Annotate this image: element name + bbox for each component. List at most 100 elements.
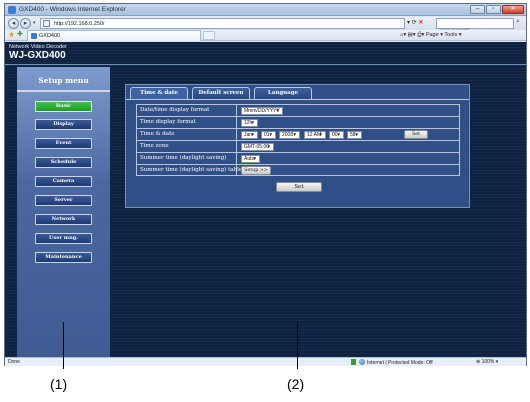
page-content: Network Video Decoder WJ-GXD400 Setup me… — [5, 42, 526, 357]
address-tools: ▾ ⟳ ✕ — [407, 19, 423, 26]
sidebar-divider — [17, 90, 110, 92]
sidebar-item-schedule[interactable]: Schedule — [35, 157, 92, 168]
url-field[interactable]: http://192.168.0.250/ — [40, 18, 405, 29]
year-value: 2008 — [282, 132, 294, 138]
title-bar: GXD400 - Windows Internet Explorer – ▫ ✕ — [5, 4, 526, 16]
product-model: WJ-GXD400 — [9, 50, 66, 61]
chevron-down-icon: ▼ — [275, 108, 280, 113]
sidebar-item-network[interactable]: Network — [35, 214, 92, 225]
print-icon[interactable]: ⎙▾ — [417, 32, 424, 38]
time-zone-select[interactable]: GMT-05:00 ▼ — [241, 143, 274, 151]
tab-label: GXD400 — [39, 33, 61, 39]
chevron-down-icon: ▼ — [266, 144, 271, 149]
callout-label-right: (2) — [287, 376, 305, 392]
setup-sidebar: Setup menu Basic Display Event Schedule … — [17, 67, 110, 357]
history-dropdown-icon[interactable]: ▾ — [33, 20, 36, 26]
sidebar-item-camera[interactable]: Camera — [35, 176, 92, 187]
tab-underline — [126, 99, 469, 100]
callout-label-left: (1) — [50, 376, 68, 392]
chevron-down-icon: ▼ — [252, 156, 257, 161]
minimize-button[interactable]: – — [470, 5, 485, 14]
settings-table: Date/time display format Mmm/DD/YYYY ▼ Ti… — [136, 104, 460, 176]
chevron-down-icon: ▼ — [250, 120, 255, 125]
feeds-icon[interactable]: ▤▾ — [408, 32, 416, 38]
browser-window: GXD400 - Windows Internet Explorer – ▫ ✕… — [4, 3, 527, 366]
summer-table-control: Setup >> — [238, 165, 459, 176]
year-select[interactable]: 2008 ▼ — [279, 131, 300, 139]
address-dropdown-icon[interactable]: ▾ — [407, 20, 410, 26]
maximize-button[interactable]: ▫ — [486, 5, 501, 14]
summer-time-label: Summer time (daylight saving) — [137, 153, 237, 164]
date-format-select[interactable]: Mmm/DD/YYYY ▼ — [241, 107, 283, 115]
stop-icon[interactable]: ✕ — [418, 20, 423, 26]
header-divider — [5, 64, 526, 65]
time-zone-control: GMT-05:00 ▼ — [238, 141, 459, 152]
time-format-label: Time display format — [137, 117, 237, 128]
row-date-format: Date/time display format Mmm/DD/YYYY ▼ — [137, 105, 459, 117]
add-favorites-icon[interactable]: ✚ — [17, 30, 23, 40]
ie-icon — [8, 6, 16, 14]
chevron-down-icon: ▼ — [318, 132, 323, 137]
hour-select[interactable]: 12 AM ▼ — [304, 131, 326, 139]
row-summer-time: Summer time (daylight saving) Auto ▼ — [137, 153, 459, 165]
sidebar-item-maintenance[interactable]: Maintenance — [35, 252, 92, 263]
sidebar-item-display[interactable]: Display — [35, 119, 92, 130]
chevron-down-icon: ▼ — [250, 132, 255, 137]
settings-tabs: Time & date Default screen Language — [126, 85, 469, 99]
command-menus[interactable]: Page ▾ Tools ▾ — [426, 32, 462, 38]
second-select[interactable]: 58 ▼ — [347, 131, 362, 139]
month-select[interactable]: Jan ▼ — [241, 131, 258, 139]
zoom-control[interactable]: ⊕ 100% ▾ — [476, 359, 498, 366]
minute-select[interactable]: 00 ▼ — [329, 131, 344, 139]
search-field[interactable] — [436, 18, 514, 36]
callout-line-left — [63, 322, 64, 369]
globe-icon — [359, 359, 365, 365]
tab-language[interactable]: Language — [254, 87, 312, 99]
close-button[interactable]: ✕ — [502, 5, 524, 14]
chevron-down-icon: ▼ — [336, 132, 341, 137]
forward-button[interactable]: ▸ — [20, 18, 31, 29]
tab-bar: ★ ✚ GXD400 ⌂▾ ▤▾ ⎙▾ Page ▾ Tools ▾ — [5, 30, 526, 41]
figure: { "browser": { "window_title": "GXD400 -… — [0, 0, 530, 402]
time-format-select[interactable]: 12h ▼ — [241, 119, 258, 127]
sidebar-item-user-mng[interactable]: User mng. — [35, 233, 92, 244]
refresh-icon[interactable]: ⟳ — [412, 20, 417, 26]
home-icon[interactable]: ⌂▾ — [400, 32, 406, 38]
favorites-star-icon[interactable]: ★ — [8, 30, 15, 40]
time-zone-label: Time zone — [137, 141, 237, 152]
summer-time-control: Auto ▼ — [238, 153, 459, 164]
summer-table-label: Summer time (daylight saving) table — [137, 165, 242, 176]
back-button[interactable]: ◂ — [8, 18, 19, 29]
tab-time-date[interactable]: Time & date — [130, 87, 188, 99]
window-controls: – ▫ ✕ — [470, 5, 524, 14]
time-date-label: Time & date — [137, 129, 237, 140]
status-text: Done — [8, 359, 20, 365]
chevron-down-icon: ▼ — [292, 132, 297, 137]
page-icon — [43, 20, 50, 27]
command-bar: ⌂▾ ▤▾ ⎙▾ Page ▾ Tools ▾ — [400, 31, 462, 40]
row-time-format: Time display format 12h ▼ — [137, 117, 459, 129]
zoom-icon: ⊕ — [476, 359, 481, 365]
row-time-zone: Time zone GMT-05:00 ▼ — [137, 141, 459, 153]
security-zone[interactable]: Internet | Protected Mode: Off — [351, 359, 433, 367]
tab-page-icon — [31, 33, 37, 39]
day-select[interactable]: 01 ▼ — [261, 131, 276, 139]
search-icon[interactable]: ⌕ — [516, 18, 520, 26]
sidebar-item-event[interactable]: Event — [35, 138, 92, 149]
date-format-control: Mmm/DD/YYYY ▼ — [238, 105, 459, 116]
new-tab-button[interactable] — [203, 31, 215, 40]
setup-button[interactable]: Setup >> — [241, 166, 271, 175]
summer-time-select[interactable]: Auto ▼ — [241, 155, 260, 163]
date-format-value: Mmm/DD/YYYY — [244, 108, 280, 114]
row-summer-table: Summer time (daylight saving) table Setu… — [137, 165, 459, 177]
security-icon — [351, 359, 356, 365]
tab-default-screen[interactable]: Default screen — [192, 87, 250, 99]
time-zone-value: GMT-05:00 — [244, 144, 270, 150]
chevron-down-icon: ▼ — [354, 132, 359, 137]
sidebar-item-server[interactable]: Server — [35, 195, 92, 206]
address-bar: ◂ ▸ ▾ http://192.168.0.250/ ▾ ⟳ ✕ ⌕ — [5, 17, 526, 36]
time-set-button[interactable]: Set — [404, 130, 428, 139]
browser-tab[interactable]: GXD400 — [27, 30, 201, 41]
set-button[interactable]: Set — [276, 182, 322, 192]
sidebar-item-basic[interactable]: Basic — [35, 101, 92, 112]
